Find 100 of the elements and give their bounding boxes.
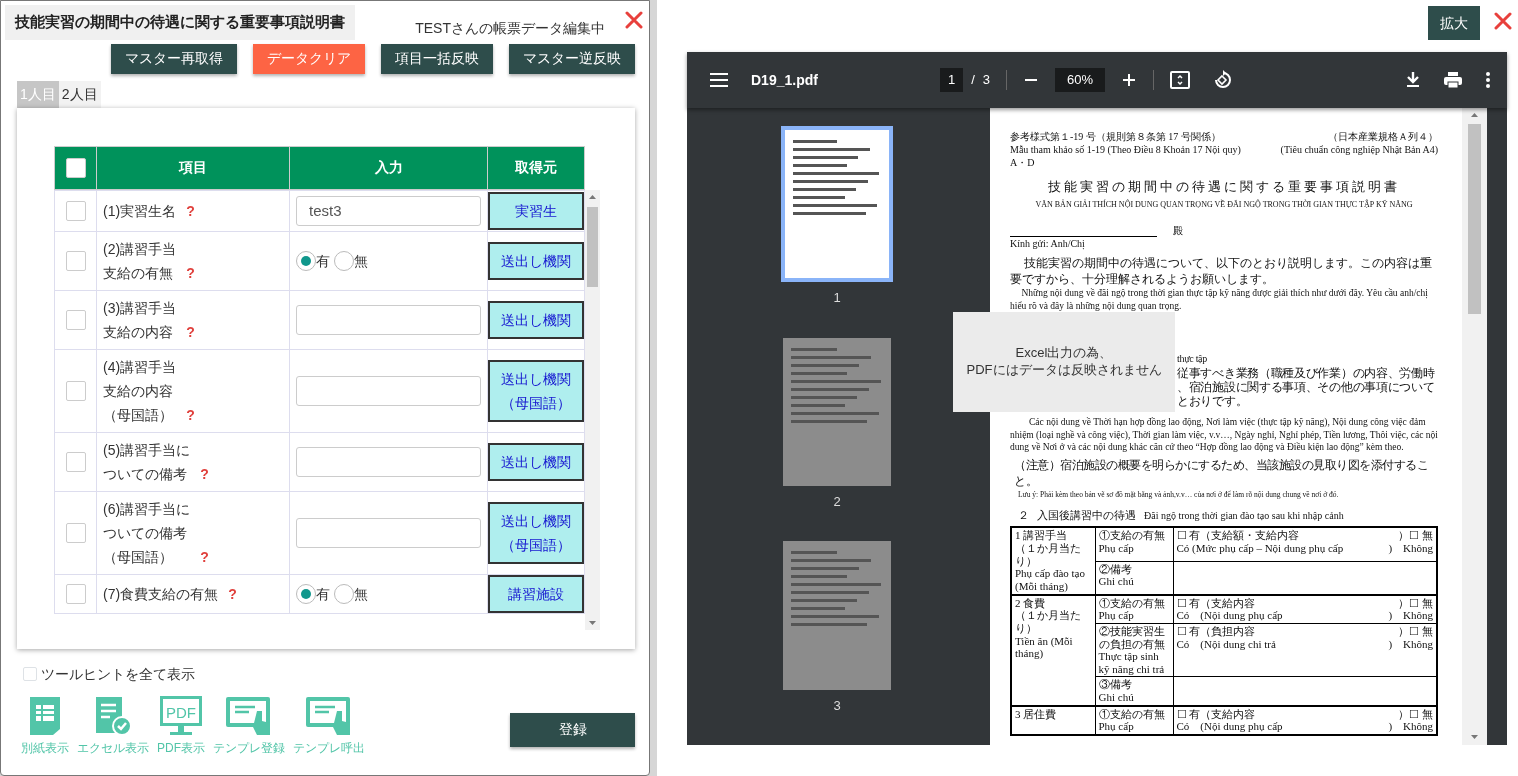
scrollbar[interactable] bbox=[585, 189, 600, 630]
category-label: 2 食費 （１か月当たり） Tiền ăn (Mỗi tháng) bbox=[1015, 596, 1082, 660]
screen-hand-icon[interactable] bbox=[225, 694, 273, 737]
help-mark[interactable]: ? bbox=[186, 260, 195, 285]
radio-button[interactable] bbox=[334, 583, 354, 604]
row-checkbox[interactable] bbox=[65, 200, 86, 221]
close-icon[interactable] bbox=[1494, 11, 1512, 30]
tooltip-label: ツールヒントを全て表示 bbox=[41, 664, 195, 684]
item-label: ②備考 Ghi chú bbox=[1098, 562, 1135, 588]
row-checkbox[interactable] bbox=[65, 250, 86, 271]
expand-button[interactable]: 拡大 bbox=[1428, 6, 1480, 40]
row-checkbox[interactable] bbox=[65, 309, 86, 330]
more-options-icon[interactable] bbox=[1485, 71, 1491, 89]
page-count: 3 bbox=[982, 71, 990, 90]
action-button[interactable]: マスター逆反映 bbox=[509, 43, 635, 74]
screen-hand-icon[interactable] bbox=[305, 694, 353, 737]
text-field[interactable] bbox=[296, 375, 481, 406]
menu-icon[interactable] bbox=[709, 72, 729, 88]
document-text: 従事すべき業務（職種及び作業）の内容、労働時 bbox=[1177, 366, 1435, 381]
rotate-icon[interactable] bbox=[1212, 70, 1233, 90]
action-button[interactable]: 項目一括反映 bbox=[381, 43, 493, 74]
thumbnail-label: 3 bbox=[833, 696, 841, 715]
row-checkbox[interactable] bbox=[65, 380, 86, 401]
close-icon[interactable] bbox=[625, 10, 643, 29]
help-mark[interactable]: ? bbox=[200, 461, 209, 486]
option-text: ）☐ 無 bbox=[1398, 707, 1433, 721]
item-label: (2)講習手当 支給の有無 bbox=[103, 239, 177, 283]
option-text: ) Không bbox=[1388, 609, 1433, 622]
page-thumbnail[interactable] bbox=[781, 126, 893, 283]
item-label: (7)食費支給の有無 bbox=[103, 584, 219, 604]
help-mark[interactable]: ? bbox=[186, 198, 195, 223]
option-text: ）☐ 無 bbox=[1398, 624, 1433, 638]
source-button[interactable]: 実習生 bbox=[488, 191, 584, 230]
source-button[interactable]: 送出し機関 （母国語） bbox=[488, 501, 584, 564]
option-text: ) Không bbox=[1388, 542, 1433, 555]
honorific-text: 殿 bbox=[1173, 224, 1183, 238]
fit-page-icon[interactable] bbox=[1170, 71, 1191, 89]
item-label: ①支給の有無 Phụ cấp bbox=[1098, 529, 1166, 555]
tooltip-checkbox[interactable] bbox=[23, 667, 37, 681]
item-label: (3)講習手当 支給の内容 bbox=[103, 298, 177, 342]
help-mark[interactable]: ? bbox=[186, 402, 195, 427]
item-label: (4)講習手当 支給の内容 （母国語） bbox=[103, 357, 177, 425]
source-button[interactable]: 送出し機関 bbox=[488, 241, 584, 280]
download-icon[interactable] bbox=[1405, 71, 1421, 89]
print-icon[interactable] bbox=[1443, 71, 1463, 89]
option-text: ☐ 有（支給額・支給内容 bbox=[1176, 529, 1300, 543]
option-text: ☐ 有（支給内容 bbox=[1176, 596, 1256, 610]
text-field[interactable] bbox=[296, 446, 481, 477]
file-name: D19_1.pdf bbox=[751, 70, 818, 90]
radio-button[interactable] bbox=[334, 250, 354, 271]
document-text: 、宿泊施設に関する事項、その他の事項について bbox=[1177, 380, 1435, 395]
option-text: ) Không bbox=[1388, 637, 1433, 651]
help-mark[interactable]: ? bbox=[228, 581, 237, 606]
help-mark[interactable]: ? bbox=[186, 319, 195, 344]
source-button[interactable]: 送出し機関 （母国語） bbox=[488, 359, 584, 422]
page-number-field[interactable]: 1 bbox=[939, 68, 964, 92]
section-subtitle: Đãi ngộ trong thời gian đào tạo sau khi nhập cảnh bbox=[1144, 509, 1344, 523]
option-text: Có (Nội dung chi trả bbox=[1176, 637, 1276, 651]
column-header: 入力 bbox=[289, 146, 488, 189]
document-check-icon[interactable] bbox=[94, 694, 132, 737]
zoom-field[interactable]: 60% bbox=[1055, 68, 1106, 92]
section-title: 入国後講習中の待遇 bbox=[1037, 508, 1136, 523]
item-label: ①支給の有無 Phụ cấp bbox=[1098, 707, 1166, 734]
text-field[interactable]: test3 bbox=[296, 195, 481, 226]
document-header: （日本産業規格Ａ列４） (Tiêu chuẩn công nghiệp Nhật Bản A4) bbox=[1280, 130, 1438, 157]
item-label: ②技能実習生 の負担の有無 Thực tập sinh kỹ năng chi trả bbox=[1098, 624, 1166, 676]
person-tab[interactable]: 2人目 bbox=[58, 80, 101, 108]
editing-status: TESTさんの帳票データ編集中 bbox=[415, 19, 605, 38]
item-label: (6)講習手当に ついての備考 （母国語） bbox=[103, 499, 191, 567]
option-text: ）☐ 無 bbox=[1398, 529, 1433, 543]
notice-text: PDFにはデータは反映されません bbox=[965, 362, 1163, 380]
radio-label: 有 bbox=[316, 251, 330, 271]
document-text: thực tập bbox=[1177, 352, 1207, 367]
body-paragraph: Các nội dung về Thời hạn hợp đồng lao động, Nơi làm việc (thực tập kỹ năng), Nội dung công việc đảm nhiệm (loại nghề và công việc), Thời gian làm việc, v.v…, Ngày nghỉ, Nghỉ phép, Tiền lương, Thôi việc, các nội dung về Nơi ở và các nội dung khác căn cứ theo “Hợp đồng lao động và Điều kiện lao động” kèm theo. bbox=[1010, 416, 1438, 454]
text-field[interactable] bbox=[296, 517, 481, 548]
text-field[interactable] bbox=[296, 304, 481, 335]
source-button[interactable]: 送出し機関 bbox=[488, 300, 584, 339]
page-thumbnail[interactable] bbox=[783, 337, 891, 486]
radio-button[interactable] bbox=[296, 583, 316, 604]
section-number: ２ bbox=[1018, 508, 1029, 523]
source-button[interactable]: 講習施設 bbox=[488, 574, 584, 613]
form-title: 技能実習の期間中の待遇に関する重要事項説明書 bbox=[5, 5, 355, 40]
select-all-checkbox[interactable] bbox=[65, 157, 86, 178]
sheet-icon[interactable] bbox=[28, 694, 62, 737]
row-checkbox[interactable] bbox=[65, 451, 86, 472]
row-checkbox[interactable] bbox=[65, 583, 86, 604]
option-text: Có (Nội dung phụ cấp bbox=[1176, 720, 1283, 734]
help-mark[interactable]: ? bbox=[200, 544, 209, 569]
item-label: ①支給の有無 Phụ cấp bbox=[1098, 596, 1166, 622]
item-label: (5)講習手当に ついての備考 bbox=[103, 440, 191, 484]
page-thumbnail[interactable] bbox=[783, 541, 891, 690]
row-checkbox[interactable] bbox=[65, 522, 86, 543]
document-header: 参考様式第１-19 号（規則第８条第 17 号関係） Mẫu tham khảo số 1-19 (Theo Điều 8 Khoản 17 Nội quy) A・D bbox=[1010, 130, 1241, 169]
zoom-in-icon[interactable] bbox=[1121, 72, 1138, 88]
radio-button[interactable] bbox=[296, 250, 316, 271]
action-button[interactable]: マスター再取得 bbox=[111, 43, 237, 74]
intro-paragraph: Những nội dung về đãi ngộ trong thời gian thực tập kỹ năng được giải thích như dưới đây. Yêu cầu anh/chị hiểu rõ và đây là những nội dung quan trọng. bbox=[1010, 287, 1429, 313]
register-button[interactable]: 登録 bbox=[510, 712, 635, 747]
radio-label: 無 bbox=[354, 251, 368, 271]
source-button[interactable]: 送出し機関 bbox=[488, 442, 584, 481]
